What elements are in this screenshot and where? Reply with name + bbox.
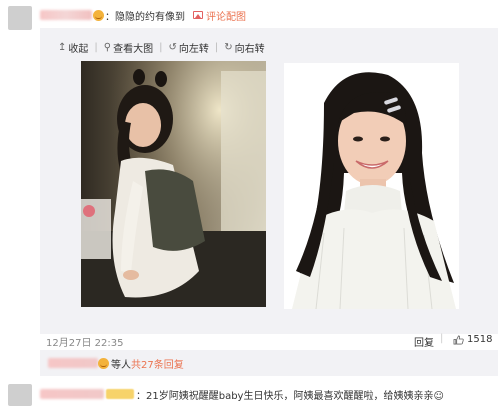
image-viewer-panel: ↥ 收起 | ⚲ 查看大图 | ↺ 向左转 | ↻ 向右转	[40, 28, 498, 334]
next-comment-line: ：21岁阿姨祝醒醒baby生日快乐，阿姨最喜欢醒醒啦，给姨姨亲亲☺	[40, 387, 444, 402]
rotate-left-button[interactable]: ↺ 向左转	[168, 40, 208, 55]
view-large-label: 查看大图	[113, 43, 154, 55]
smile-emoji-icon	[93, 9, 104, 21]
like-count: 1518	[467, 334, 493, 345]
view-large-button[interactable]: ⚲ 查看大图	[104, 40, 153, 55]
comment-line: ：隐隐的约有像到 评论配图	[40, 8, 246, 23]
comment-photo-right[interactable]	[284, 63, 459, 309]
comment-photo-left[interactable]	[81, 61, 266, 307]
comment-meta-row: 12月27日 22:35 回复 | 1518	[0, 333, 500, 349]
comment-text: ：隐隐的约有像到	[105, 11, 185, 23]
collapse-label: 收起	[68, 43, 89, 55]
collapse-button[interactable]: ↥ 收起	[58, 40, 88, 55]
next-comment-text: ：21岁阿姨祝醒醒baby生日快乐，阿姨最喜欢醒醒啦，给姨姨亲亲☺	[136, 390, 444, 402]
toolbar-divider: |	[159, 41, 163, 53]
commenter-name-blurred[interactable]	[40, 10, 92, 20]
picture-icon	[193, 11, 203, 19]
thumbs-up-icon[interactable]	[453, 335, 464, 345]
next-commenter-name-blurred[interactable]	[40, 389, 104, 399]
rotate-left-icon: ↺	[168, 41, 177, 53]
meta-divider: |	[440, 333, 444, 344]
toolbar-divider: |	[94, 41, 98, 53]
zoom-icon: ⚲	[103, 41, 112, 53]
user-badge	[106, 389, 134, 399]
collapse-icon: ↥	[58, 41, 67, 53]
toolbar-divider: |	[214, 41, 219, 53]
rotate-right-button[interactable]: ↻ 向右转	[224, 40, 264, 55]
rotate-left-label: 向左转	[178, 43, 209, 55]
comment-timestamp: 12月27日 22:35	[46, 338, 124, 349]
image-toolbar: ↥ 收起 | ⚲ 查看大图 | ↺ 向左转 | ↻ 向右转	[58, 40, 265, 55]
girl-photo-illustration	[81, 61, 266, 307]
smile-emoji-icon	[98, 357, 109, 369]
reply-button[interactable]: 回复	[414, 334, 434, 349]
next-commenter-avatar[interactable]	[8, 384, 32, 406]
comment-image-link[interactable]: 评论配图	[206, 8, 246, 23]
rotate-right-label: 向右转	[234, 43, 265, 55]
commenter-avatar[interactable]	[8, 6, 32, 30]
view-replies-link[interactable]: 共27条回复	[131, 356, 184, 371]
rotate-right-icon: ↻	[224, 41, 233, 53]
replies-static-text: 等人	[111, 359, 131, 371]
replies-summary-bar: 等人 共27条回复	[40, 350, 498, 376]
replier-name-blurred[interactable]	[48, 358, 98, 368]
woman-photo-illustration	[284, 63, 459, 309]
